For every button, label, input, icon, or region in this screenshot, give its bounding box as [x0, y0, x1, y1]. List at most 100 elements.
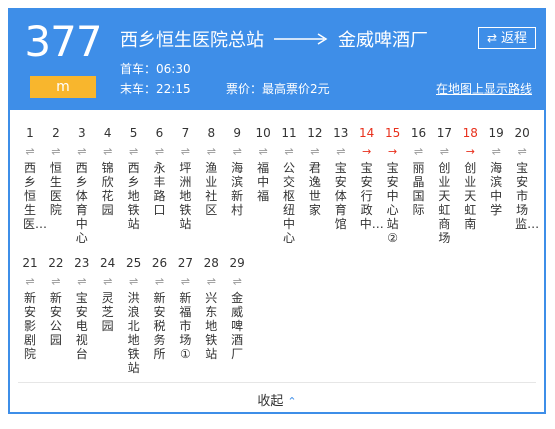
stop-number: 28 [203, 256, 219, 270]
stop-number: 21 [22, 256, 38, 270]
stop-item[interactable]: 22 ⇌ 新安公园 [45, 255, 67, 347]
two-way-arrow-icon: ⇌ [284, 145, 294, 158]
two-way-arrow-icon: ⇌ [491, 145, 501, 158]
stop-name: 永丰路口 [153, 161, 166, 217]
route-number: 377 [24, 17, 102, 66]
two-way-arrow-icon: ⇌ [128, 275, 139, 288]
two-way-arrow-icon: ⇌ [77, 275, 87, 288]
stop-name: 坪洲地铁站 [179, 161, 192, 231]
two-way-arrow-icon: ⇌ [413, 145, 424, 158]
stop-number: 1 [26, 126, 34, 140]
stop-name: 丽晶国际 [412, 161, 425, 217]
stop-item[interactable]: 15 → 宝安中心站② [382, 125, 404, 245]
stop-name: 创业天虹商场 [438, 161, 451, 245]
stop-number: 20 [514, 126, 530, 140]
stop-name: 宝安体育馆 [334, 161, 347, 231]
swap-icon: ⇄ [486, 31, 498, 45]
stop-name: 西乡恒生医… [23, 161, 48, 231]
two-way-arrow-icon: ⇌ [51, 275, 61, 288]
stop-item[interactable]: 12 ⇌ 君逸世家 [304, 125, 326, 217]
stop-item[interactable]: 25 ⇌ 洪浪北地铁站 [123, 255, 145, 375]
two-way-arrow-icon: ⇌ [180, 145, 190, 158]
stop-number: 6 [155, 126, 164, 140]
collapse-button[interactable]: 收起 ⌃ [10, 390, 544, 409]
stop-number: 29 [229, 256, 245, 270]
stop-item[interactable]: 3 ⇌ 西乡体育中心 [71, 125, 93, 245]
stop-item[interactable]: 9 ⇌ 海滨新村 [226, 125, 248, 217]
stop-item[interactable]: 4 ⇌ 锦欣花园 [97, 125, 119, 217]
stop-name: 金威啤酒厂 [231, 291, 244, 361]
stop-number: 3 [77, 126, 86, 140]
stop-item[interactable]: 14 → 宝安行政中… [356, 125, 384, 231]
one-way-arrow-icon: → [465, 145, 475, 158]
stop-item[interactable]: 13 ⇌ 宝安体育馆 [330, 125, 352, 231]
stop-item[interactable]: 7 ⇌ 坪洲地铁站 [174, 125, 196, 231]
stop-name: 西乡地铁站 [127, 161, 140, 231]
stop-number: 4 [103, 126, 112, 140]
stop-number: 5 [129, 126, 138, 140]
stop-name: 渔业社区 [205, 161, 218, 217]
stop-name: 恒生医院 [49, 161, 62, 217]
stop-number: 16 [410, 126, 427, 140]
stop-item[interactable]: 23 ⇌ 宝安电视台 [71, 255, 93, 361]
stop-item[interactable]: 5 ⇌ 西乡地铁站 [123, 125, 145, 231]
stop-item[interactable]: 2 ⇌ 恒生医院 [45, 125, 67, 217]
stop-item[interactable]: 16 ⇌ 丽晶国际 [408, 125, 430, 217]
two-way-arrow-icon: ⇌ [103, 145, 113, 158]
two-way-arrow-icon: ⇌ [154, 275, 165, 288]
stop-number: 19 [488, 126, 504, 140]
two-way-arrow-icon: ⇌ [51, 145, 61, 158]
stop-name: 福中福 [257, 161, 270, 203]
stop-item[interactable]: 26 ⇌ 新安税务所 [149, 255, 171, 361]
return-label: 返程 [501, 31, 528, 46]
divider [18, 382, 536, 383]
stop-name: 西乡体育中心 [75, 161, 88, 245]
stop-item[interactable]: 8 ⇌ 渔业社区 [200, 125, 222, 217]
stop-item[interactable]: 21 ⇌ 新安影剧院 [19, 255, 41, 361]
stop-number: 2 [52, 126, 60, 140]
two-way-arrow-icon: ⇌ [25, 275, 35, 288]
two-way-arrow-icon: ⇌ [77, 145, 87, 158]
stop-item[interactable]: 19 ⇌ 海滨中学 [485, 125, 507, 217]
stop-name: 公交枢纽中心 [282, 161, 295, 245]
stop-item[interactable]: 18 → 创业天虹南 [459, 125, 481, 231]
two-way-arrow-icon: ⇌ [154, 145, 165, 158]
stop-number: 14 [359, 126, 375, 140]
stop-number: 18 [462, 126, 478, 140]
route-title: 西乡恒生医院总站 金威啤酒厂 [120, 26, 428, 52]
route-destination: 金威啤酒厂 [338, 30, 428, 51]
stop-number: 11 [281, 126, 297, 140]
two-way-arrow-icon: ⇌ [25, 145, 35, 158]
stop-item[interactable]: 10 ⇌ 福中福 [252, 125, 274, 203]
two-way-arrow-icon: ⇌ [517, 145, 527, 158]
fare-info: 票价：最高票价2元 [226, 82, 330, 96]
route-header: 377 m 西乡恒生医院总站 金威啤酒厂 ⇄ 返程 首车：06:30 末车：22:… [10, 10, 544, 110]
two-way-arrow-icon: ⇌ [336, 145, 346, 158]
stop-number: 7 [181, 126, 190, 140]
stop-name: 灵芝园 [101, 291, 114, 333]
stop-item[interactable]: 28 ⇌ 兴东地铁站 [200, 255, 222, 361]
stop-item[interactable]: 6 ⇌ 永丰路口 [149, 125, 171, 217]
two-way-arrow-icon: ⇌ [258, 145, 268, 158]
return-button[interactable]: ⇄ 返程 [478, 27, 536, 49]
stop-item[interactable]: 24 ⇌ 灵芝园 [97, 255, 119, 333]
arrow-right-icon [272, 30, 330, 48]
stop-name: 宝安电视台 [75, 291, 88, 361]
bus-route-card: 377 m 西乡恒生医院总站 金威啤酒厂 ⇄ 返程 首车：06:30 末车：22:… [8, 8, 546, 414]
stop-item[interactable]: 27 ⇌ 新福市场① [174, 255, 196, 361]
collapse-label: 收起 [257, 394, 284, 409]
two-way-arrow-icon: ⇌ [232, 145, 242, 158]
one-way-arrow-icon: → [387, 145, 398, 158]
stop-item[interactable]: 1 ⇌ 西乡恒生医… [19, 125, 48, 231]
stop-name: 新安影剧院 [23, 291, 36, 361]
one-way-arrow-icon: → [362, 145, 372, 158]
stop-name: 宝安中心站② [386, 161, 399, 245]
stop-item[interactable]: 11 ⇌ 公交枢纽中心 [278, 125, 300, 245]
two-way-arrow-icon: ⇌ [206, 145, 216, 158]
stop-item[interactable]: 29 ⇌ 金威啤酒厂 [226, 255, 248, 361]
show-on-map-link[interactable]: 在地图上显示路线 [436, 80, 532, 97]
stop-item[interactable]: 17 ⇌ 创业天虹商场 [433, 125, 455, 245]
stop-name: 宝安行政中… [359, 161, 384, 231]
stop-name: 洪浪北地铁站 [127, 291, 140, 375]
stop-item[interactable]: 20 ⇌ 宝安市场监… [511, 125, 539, 231]
